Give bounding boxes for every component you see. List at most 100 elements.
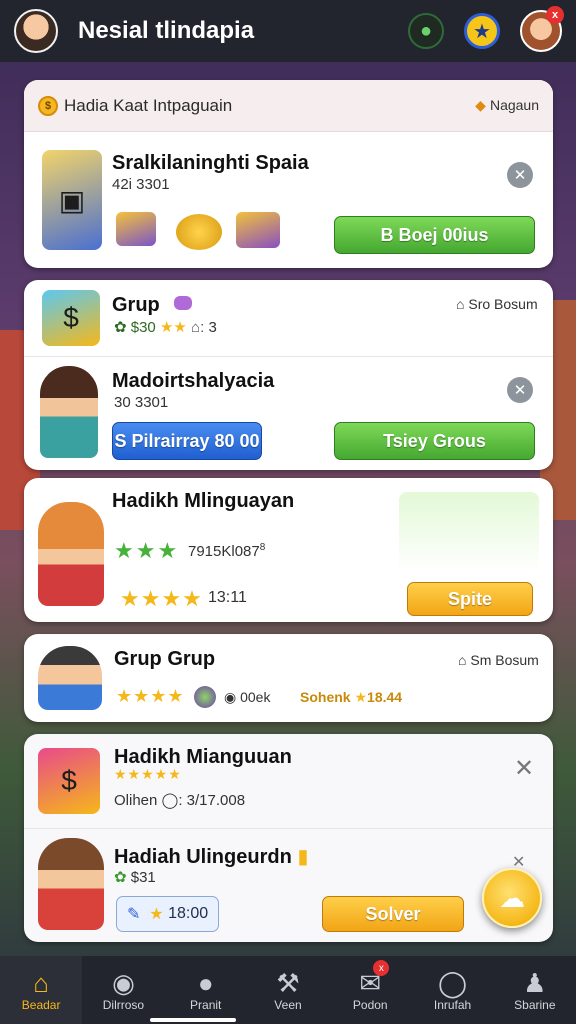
orb-icon (194, 686, 216, 708)
gift-icon: ◆ (475, 97, 486, 113)
group2-meta-value: 18.44 (367, 689, 403, 705)
chat-bubble-icon: ◯ (437, 968, 468, 998)
nav-label: Beadar (21, 998, 61, 1012)
nav-item-home[interactable]: ⌂ Beadar (0, 956, 83, 1024)
group2-right-label: Sm Bosum (470, 652, 539, 668)
group2-right-link[interactable]: ⌂ Sm Bosum (458, 652, 539, 668)
strip-title: Hadia Kaat Intpaguain (64, 95, 233, 115)
group-meta: ✿ $30 ★★ ⌂: 3 (114, 318, 217, 336)
rating-stars: ★★★★ (116, 686, 185, 706)
nav-item-inrufah[interactable]: ◯ Inrufah (411, 956, 493, 1024)
event-code-value: 7915Kl087 (188, 543, 260, 560)
group-card: $ Grup ⌂ Sro Bosum ✿ $30 ★★ ⌂: 3 Madoirt… (24, 280, 553, 470)
group-meta-suffix: 3 (208, 319, 217, 336)
close-icon[interactable]: ✕ (507, 162, 533, 188)
nav-item-pranit[interactable]: ● Pranit (165, 956, 247, 1024)
coin-icon: $ (38, 95, 58, 116)
reward-second-title: Hadiah Ulingeurdn ▮ (114, 844, 308, 869)
reward-second-title-text: Hadiah Ulingeurdn (114, 846, 292, 868)
star-badge-icon[interactable]: ★ (464, 13, 500, 49)
group2-meta-link[interactable]: Sohenk ★18.44 (300, 689, 402, 706)
rating-stars: ★★★★★ (114, 766, 182, 782)
coin-icon: $ (38, 748, 100, 814)
reward-second-sub: ✿ $31 (114, 868, 156, 886)
home-indicator (150, 1018, 236, 1022)
group-title: Grup (112, 294, 160, 316)
monkey-character-icon (38, 502, 104, 606)
event-code: 7915Kl0878 (188, 542, 265, 560)
pencil-icon: ✎ (127, 906, 141, 923)
nav-label: Pranit (190, 998, 222, 1012)
group2-title: Grup Grup (114, 648, 216, 670)
person-icon: ♟ (523, 968, 547, 998)
nav-item-veen[interactable]: ⚒ Veen (247, 956, 329, 1024)
rating-stars: ★★★★ (120, 586, 203, 611)
book-icon: ▣ (42, 150, 102, 250)
group-right-link[interactable]: ⌂ Sro Bosum (456, 296, 538, 312)
event-card: Hadikh Mlinguayan ★★★ 7915Kl0878 ★★★★ 13… (24, 478, 553, 622)
claim-button[interactable]: B Boej 00ius (334, 216, 535, 254)
rating-stars: ★★ (159, 319, 187, 336)
hammer-icon: ⚒ (276, 968, 300, 998)
group-second-sub: 30 3301 (114, 394, 169, 411)
floating-action-button[interactable]: ☁ (482, 868, 542, 928)
timer-pill[interactable]: ✎ ★ 18:00 (116, 896, 220, 932)
hadiah-card: $ Hadia Kaat Intpaguain ◆ Nagaun ▣ Sralki… (24, 80, 553, 268)
star-icon: ★ (354, 689, 368, 705)
group-second-title: Madoirtshalyacia (112, 370, 275, 392)
strip-right-link[interactable]: ◆ Nagaun (475, 97, 539, 114)
nav-item-podon[interactable]: ✉ x Podon (329, 956, 411, 1024)
app-title: Nesial tlindapia (78, 17, 255, 44)
ghost-icon: ● (197, 968, 214, 998)
hadiah-strip: $ Hadia Kaat Intpaguain ◆ Nagaun (24, 80, 553, 132)
nav-label: Dilrroso (102, 998, 145, 1012)
item-title: Sralkilaninghti Spaia (112, 152, 309, 174)
reward-card: $ Hadikh Mianguuan ★★★★★ Olihen ◯: 3/17.… (24, 734, 553, 942)
nav-badge: x (373, 960, 390, 976)
reward-sub-value: 3/17.008 (186, 792, 246, 809)
group2-code-value: 00ek (240, 689, 271, 705)
coins-icon (176, 214, 222, 250)
gold-bar-icon: ▮ (297, 846, 309, 868)
reward-second-sub-value: $31 (130, 869, 156, 886)
group-card-2: Grup Grup ⌂ Sm Bosum ★★★★ ◉ 00ek Sohenk … (24, 634, 553, 722)
character-icon (38, 646, 102, 710)
close-icon[interactable]: ✕ (507, 377, 533, 403)
group2-meta-code: ◉ 00ek (224, 689, 270, 706)
leaf-stars: ★★★ (114, 538, 180, 563)
close-icon[interactable]: ✕ (514, 754, 534, 783)
strip-right-label: Nagaun (489, 97, 539, 113)
star-icon: ★ (149, 906, 164, 923)
item-sub: 42i 3301 (112, 176, 170, 193)
reward-sub-label: Olihen (114, 792, 158, 809)
eye-icon: ◉ (224, 689, 241, 705)
bottom-nav: ⌂ Beadar ◉ Dilrroso ● Pranit ⚒ Veen ✉ x … (0, 956, 576, 1024)
globe-icon[interactable]: ● (408, 13, 444, 49)
top-bar: Nesial tlindapia ● ★ x (0, 0, 576, 62)
join-group-button[interactable]: Tsiey Grous (334, 422, 535, 460)
event-time: 13:11 (208, 589, 247, 606)
pay-button[interactable]: S Pilrairray 80 00 (112, 422, 262, 460)
event-title: Hadikh Mlinguayan (112, 490, 295, 512)
avatar[interactable] (14, 9, 58, 53)
treasure-icon (236, 212, 280, 248)
nav-label: Sbarine (514, 998, 556, 1012)
profile-avatar[interactable]: x (520, 6, 564, 52)
timer-value: 18:00 (168, 905, 209, 922)
nav-label: Inrufah (433, 998, 472, 1012)
house-icon: ⌂ (458, 652, 471, 668)
nav-item-chat[interactable]: ◉ Dilrroso (82, 956, 164, 1024)
nav-item-sbarine[interactable]: ♟ Sbarine (494, 956, 576, 1024)
coin-stack-icon: $ (42, 290, 100, 346)
event-action-button[interactable]: Spite (407, 582, 533, 616)
group2-link-label: Sohenk (300, 689, 351, 705)
nav-label: Podon (352, 998, 388, 1012)
lock-icon: ⌂: (191, 319, 209, 336)
leaf-icon: ✿ (114, 319, 131, 336)
highlight-glow (399, 492, 539, 572)
character-icon (38, 838, 104, 930)
group-right-label: Sro Bosum (468, 296, 538, 312)
solve-button[interactable]: Solver (322, 896, 464, 932)
lock-icon: ◯: (161, 792, 183, 809)
house-icon: ⌂ (456, 296, 469, 312)
